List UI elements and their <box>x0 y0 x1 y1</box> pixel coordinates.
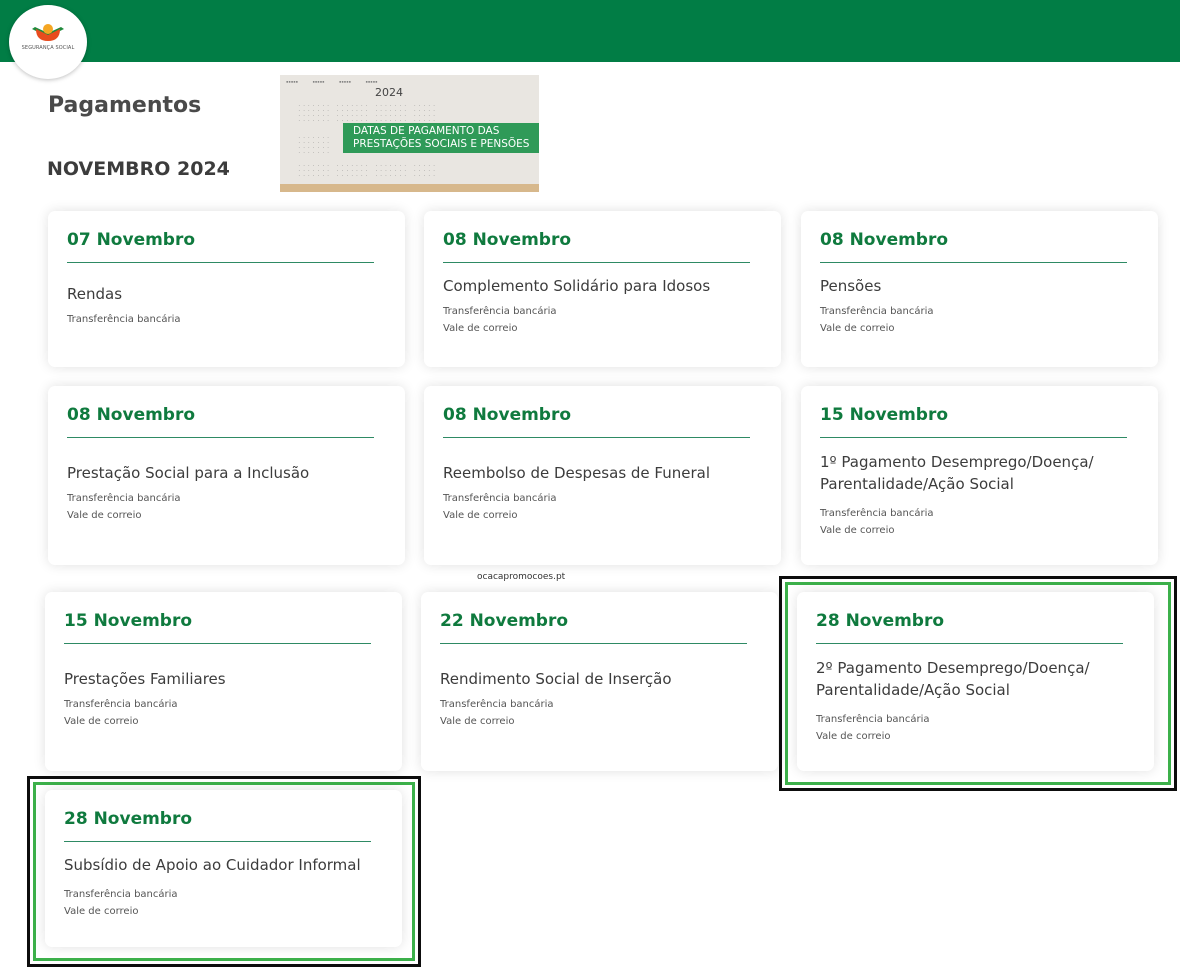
payment-card[interactable]: 08 Novembro Pensões Transferência bancár… <box>801 211 1158 367</box>
payment-date: 15 Novembro <box>64 611 193 631</box>
payment-method: Vale de correio <box>440 716 515 727</box>
payment-date: 08 Novembro <box>67 405 196 425</box>
payment-date: 15 Novembro <box>820 405 949 425</box>
calendar-grid-decoration-lower: · · · · · · · · · · · · · · · · · · · · … <box>298 135 330 155</box>
payment-card[interactable]: 22 Novembro Rendimento Social de Inserçã… <box>421 592 778 771</box>
payment-card[interactable]: 15 Novembro Prestações Familiares Transf… <box>45 592 402 771</box>
benefit-name: 1º Pagamento Desemprego/Doença/ Parental… <box>820 453 1094 493</box>
payment-method: Vale de correio <box>64 906 139 917</box>
payment-method: Vale de correio <box>443 510 518 521</box>
page-title: Pagamentos <box>48 93 202 118</box>
payment-method: Transferência bancária <box>64 889 178 900</box>
banner-line-1: DATAS DE PAGAMENTO DAS <box>353 125 500 137</box>
benefit-name: Prestações Familiares <box>64 670 226 688</box>
payment-date: 08 Novembro <box>820 230 949 250</box>
payment-card[interactable]: 08 Novembro Reembolso de Despesas de Fun… <box>424 386 781 565</box>
payment-date: 28 Novembro <box>64 809 193 829</box>
benefit-name: Rendas <box>67 285 123 303</box>
sun-logo-icon <box>32 24 64 41</box>
logo-text: SEGURANÇA SOCIAL <box>21 45 75 51</box>
card-divider <box>820 437 1127 438</box>
payment-date: 08 Novembro <box>443 230 572 250</box>
payment-method: Vale de correio <box>820 323 895 334</box>
payment-card[interactable]: 28 Novembro Subsídio de Apoio ao Cuidado… <box>45 790 402 947</box>
payment-method: Vale de correio <box>816 731 891 742</box>
banner-line-2: PRESTAÇÕES SOCIAIS E PENSÕES <box>353 137 530 150</box>
payment-date: 28 Novembro <box>816 611 945 631</box>
payment-card[interactable]: 28 Novembro 2º Pagamento Desemprego/Doen… <box>797 592 1154 771</box>
top-header-bar <box>0 0 1180 62</box>
payment-method: Vale de correio <box>443 323 518 334</box>
card-divider <box>443 437 750 438</box>
payment-date: 22 Novembro <box>440 611 569 631</box>
payment-card[interactable]: 07 Novembro Rendas Transferência bancári… <box>48 211 405 367</box>
benefit-name: Prestação Social para a Inclusão <box>67 464 310 482</box>
payment-method: Transferência bancária <box>820 306 934 317</box>
payment-card[interactable]: 15 Novembro 1º Pagamento Desemprego/Doen… <box>801 386 1158 565</box>
payment-method: Transferência bancária <box>67 493 181 504</box>
banner-wood-surface <box>280 184 539 192</box>
benefit-name: 2º Pagamento Desemprego/Doença/ Parental… <box>816 659 1090 699</box>
calendar-grid-decoration-bottom: · · · · · · · · · · · · · · · · · · · · … <box>298 163 436 178</box>
payment-method: Transferência bancária <box>67 314 181 325</box>
card-divider <box>64 643 371 644</box>
payment-method: Transferência bancária <box>443 493 557 504</box>
card-divider <box>64 841 371 842</box>
payment-date: 08 Novembro <box>443 405 572 425</box>
card-divider <box>820 262 1127 263</box>
payment-method: Transferência bancária <box>64 699 178 710</box>
banner-year: 2024 <box>375 86 403 99</box>
watermark: ocacapromocoes.pt <box>477 572 566 582</box>
payment-calendar-banner: ▪▪▪▪▪ ▪▪▪▪▪ ▪▪▪▪▪ ▪▪▪▪▪ 2024 · · · · · ·… <box>280 75 539 192</box>
card-divider <box>816 643 1123 644</box>
card-divider <box>67 437 374 438</box>
payment-method: Vale de correio <box>820 525 895 536</box>
benefit-name: Complemento Solidário para Idosos <box>443 277 711 295</box>
benefit-name: Rendimento Social de Inserção <box>440 670 672 688</box>
calendar-grid-decoration: · · · · · · · · · · · · · · · · · · · · … <box>298 103 436 123</box>
banner-ribbon: DATAS DE PAGAMENTO DAS PRESTAÇÕES SOCIAI… <box>343 123 539 153</box>
payment-method: Transferência bancária <box>440 699 554 710</box>
payment-date: 07 Novembro <box>67 230 196 250</box>
payment-method: Vale de correio <box>67 510 142 521</box>
payment-method: Transferência bancária <box>816 714 930 725</box>
payment-method: Transferência bancária <box>820 508 934 519</box>
benefit-name: Pensões <box>820 277 882 295</box>
benefit-name: Subsídio de Apoio ao Cuidador Informal <box>64 856 361 874</box>
month-title: NOVEMBRO 2024 <box>47 158 230 180</box>
payment-card[interactable]: 08 Novembro Complemento Solidário para I… <box>424 211 781 367</box>
card-divider <box>443 262 750 263</box>
payment-method: Vale de correio <box>64 716 139 727</box>
payment-card[interactable]: 08 Novembro Prestação Social para a Incl… <box>48 386 405 565</box>
card-divider <box>67 262 374 263</box>
payment-method: Transferência bancária <box>443 306 557 317</box>
calendar-rings-decoration: ▪▪▪▪▪ ▪▪▪▪▪ ▪▪▪▪▪ ▪▪▪▪▪ <box>286 79 378 84</box>
seguranca-social-logo[interactable]: SEGURANÇA SOCIAL <box>9 5 87 79</box>
benefit-name: Reembolso de Despesas de Funeral <box>443 464 710 482</box>
card-divider <box>440 643 747 644</box>
